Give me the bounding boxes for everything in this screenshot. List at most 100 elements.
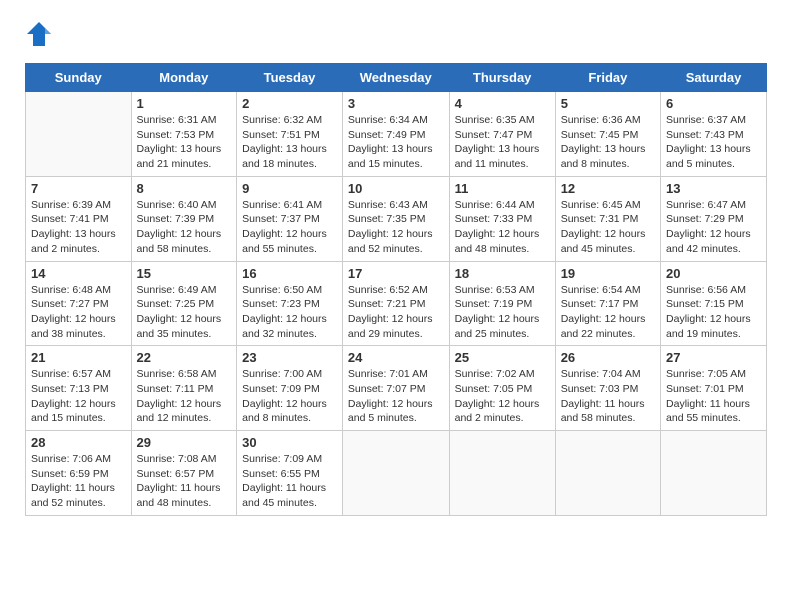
day-number: 14 [31, 266, 126, 281]
calendar-week-row: 7 Sunrise: 6:39 AMSunset: 7:41 PMDaylight… [26, 176, 767, 261]
day-info: Sunrise: 6:32 AMSunset: 7:51 PMDaylight:… [242, 113, 337, 172]
calendar-cell: 17 Sunrise: 6:52 AMSunset: 7:21 PMDayligh… [342, 261, 449, 346]
calendar-cell: 24 Sunrise: 7:01 AMSunset: 7:07 PMDayligh… [342, 346, 449, 431]
day-number: 17 [348, 266, 444, 281]
day-number: 27 [666, 350, 761, 365]
calendar-cell: 1 Sunrise: 6:31 AMSunset: 7:53 PMDaylight… [131, 92, 237, 177]
day-number: 21 [31, 350, 126, 365]
day-info: Sunrise: 7:01 AMSunset: 7:07 PMDaylight:… [348, 367, 444, 426]
calendar-cell: 29 Sunrise: 7:08 AMSunset: 6:57 PMDayligh… [131, 431, 237, 516]
logo [25, 20, 57, 48]
calendar-cell: 14 Sunrise: 6:48 AMSunset: 7:27 PMDayligh… [26, 261, 132, 346]
day-number: 28 [31, 435, 126, 450]
day-info: Sunrise: 6:48 AMSunset: 7:27 PMDaylight:… [31, 283, 126, 342]
calendar-cell [555, 431, 660, 516]
day-number: 3 [348, 96, 444, 111]
calendar-cell: 18Sunrise: 6:53 AMSunset: 7:19 PMDayligh… [449, 261, 555, 346]
day-info: Sunrise: 6:47 AMSunset: 7:29 PMDaylight:… [666, 198, 761, 257]
calendar-cell [449, 431, 555, 516]
day-number: 13 [666, 181, 761, 196]
day-info: Sunrise: 6:36 AMSunset: 7:45 PMDaylight:… [561, 113, 655, 172]
day-info: Sunrise: 7:04 AMSunset: 7:03 PMDaylight:… [561, 367, 655, 426]
day-number: 29 [137, 435, 232, 450]
day-number: 16 [242, 266, 337, 281]
calendar-week-row: 28 Sunrise: 7:06 AMSunset: 6:59 PMDayligh… [26, 431, 767, 516]
day-number: 10 [348, 181, 444, 196]
day-number: 24 [348, 350, 444, 365]
day-info: Sunrise: 6:31 AMSunset: 7:53 PMDaylight:… [137, 113, 232, 172]
calendar-cell: 22Sunrise: 6:58 AMSunset: 7:11 PMDayligh… [131, 346, 237, 431]
calendar-cell: 3Sunrise: 6:34 AMSunset: 7:49 PMDaylight… [342, 92, 449, 177]
calendar-cell: 7 Sunrise: 6:39 AMSunset: 7:41 PMDaylight… [26, 176, 132, 261]
calendar-cell: 12Sunrise: 6:45 AMSunset: 7:31 PMDayligh… [555, 176, 660, 261]
day-number: 22 [137, 350, 232, 365]
calendar-week-row: 14 Sunrise: 6:48 AMSunset: 7:27 PMDayligh… [26, 261, 767, 346]
calendar-cell: 8 Sunrise: 6:40 AMSunset: 7:39 PMDaylight… [131, 176, 237, 261]
calendar-week-row: 21 Sunrise: 6:57 AMSunset: 7:13 PMDayligh… [26, 346, 767, 431]
day-number: 18 [455, 266, 550, 281]
day-info: Sunrise: 6:40 AMSunset: 7:39 PMDaylight:… [137, 198, 232, 257]
day-info: Sunrise: 6:35 AMSunset: 7:47 PMDaylight:… [455, 113, 550, 172]
day-number: 20 [666, 266, 761, 281]
calendar-table: SundayMondayTuesdayWednesdayThursdayFrid… [25, 63, 767, 516]
day-number: 6 [666, 96, 761, 111]
day-info: Sunrise: 7:06 AMSunset: 6:59 PMDaylight:… [31, 452, 126, 511]
day-number: 26 [561, 350, 655, 365]
day-info: Sunrise: 6:52 AMSunset: 7:21 PMDaylight:… [348, 283, 444, 342]
calendar-cell: 26 Sunrise: 7:04 AMSunset: 7:03 PMDayligh… [555, 346, 660, 431]
day-header-sunday: Sunday [26, 64, 132, 92]
calendar-cell [661, 431, 767, 516]
day-number: 4 [455, 96, 550, 111]
day-header-saturday: Saturday [661, 64, 767, 92]
calendar-cell: 23Sunrise: 7:00 AMSunset: 7:09 PMDayligh… [237, 346, 343, 431]
day-number: 15 [137, 266, 232, 281]
calendar-cell: 10 Sunrise: 6:43 AMSunset: 7:35 PMDayligh… [342, 176, 449, 261]
day-number: 25 [455, 350, 550, 365]
day-info: Sunrise: 6:56 AMSunset: 7:15 PMDaylight:… [666, 283, 761, 342]
calendar-cell [342, 431, 449, 516]
calendar-cell [26, 92, 132, 177]
day-info: Sunrise: 6:45 AMSunset: 7:31 PMDaylight:… [561, 198, 655, 257]
day-header-friday: Friday [555, 64, 660, 92]
calendar-week-row: 1 Sunrise: 6:31 AMSunset: 7:53 PMDaylight… [26, 92, 767, 177]
calendar-cell: 28 Sunrise: 7:06 AMSunset: 6:59 PMDayligh… [26, 431, 132, 516]
day-info: Sunrise: 6:41 AMSunset: 7:37 PMDaylight:… [242, 198, 337, 257]
day-info: Sunrise: 6:39 AMSunset: 7:41 PMDaylight:… [31, 198, 126, 257]
calendar-cell: 25 Sunrise: 7:02 AMSunset: 7:05 PMDayligh… [449, 346, 555, 431]
calendar-cell: 6 Sunrise: 6:37 AMSunset: 7:43 PMDaylight… [661, 92, 767, 177]
calendar-cell: 11Sunrise: 6:44 AMSunset: 7:33 PMDayligh… [449, 176, 555, 261]
day-header-tuesday: Tuesday [237, 64, 343, 92]
calendar-cell: 27 Sunrise: 7:05 AMSunset: 7:01 PMDayligh… [661, 346, 767, 431]
day-info: Sunrise: 7:08 AMSunset: 6:57 PMDaylight:… [137, 452, 232, 511]
day-number: 30 [242, 435, 337, 450]
day-header-thursday: Thursday [449, 64, 555, 92]
calendar-cell: 20 Sunrise: 6:56 AMSunset: 7:15 PMDayligh… [661, 261, 767, 346]
calendar-cell: 4 Sunrise: 6:35 AMSunset: 7:47 PMDaylight… [449, 92, 555, 177]
calendar-cell: 19Sunrise: 6:54 AMSunset: 7:17 PMDayligh… [555, 261, 660, 346]
calendar-header-row: SundayMondayTuesdayWednesdayThursdayFrid… [26, 64, 767, 92]
day-number: 8 [137, 181, 232, 196]
day-number: 7 [31, 181, 126, 196]
calendar-cell: 21 Sunrise: 6:57 AMSunset: 7:13 PMDayligh… [26, 346, 132, 431]
day-info: Sunrise: 6:50 AMSunset: 7:23 PMDaylight:… [242, 283, 337, 342]
day-header-wednesday: Wednesday [342, 64, 449, 92]
calendar-cell: 5Sunrise: 6:36 AMSunset: 7:45 PMDaylight… [555, 92, 660, 177]
calendar-cell: 15Sunrise: 6:49 AMSunset: 7:25 PMDayligh… [131, 261, 237, 346]
calendar-cell: 13 Sunrise: 6:47 AMSunset: 7:29 PMDayligh… [661, 176, 767, 261]
day-header-monday: Monday [131, 64, 237, 92]
day-number: 1 [137, 96, 232, 111]
day-info: Sunrise: 7:09 AMSunset: 6:55 PMDaylight:… [242, 452, 337, 511]
calendar-cell: 9 Sunrise: 6:41 AMSunset: 7:37 PMDaylight… [237, 176, 343, 261]
logo-icon [25, 20, 53, 48]
day-info: Sunrise: 7:05 AMSunset: 7:01 PMDaylight:… [666, 367, 761, 426]
day-info: Sunrise: 6:43 AMSunset: 7:35 PMDaylight:… [348, 198, 444, 257]
page-header [25, 20, 767, 48]
day-number: 19 [561, 266, 655, 281]
day-number: 23 [242, 350, 337, 365]
day-number: 9 [242, 181, 337, 196]
calendar-cell: 16 Sunrise: 6:50 AMSunset: 7:23 PMDayligh… [237, 261, 343, 346]
day-info: Sunrise: 6:57 AMSunset: 7:13 PMDaylight:… [31, 367, 126, 426]
day-number: 2 [242, 96, 337, 111]
day-info: Sunrise: 6:37 AMSunset: 7:43 PMDaylight:… [666, 113, 761, 172]
day-info: Sunrise: 7:02 AMSunset: 7:05 PMDaylight:… [455, 367, 550, 426]
